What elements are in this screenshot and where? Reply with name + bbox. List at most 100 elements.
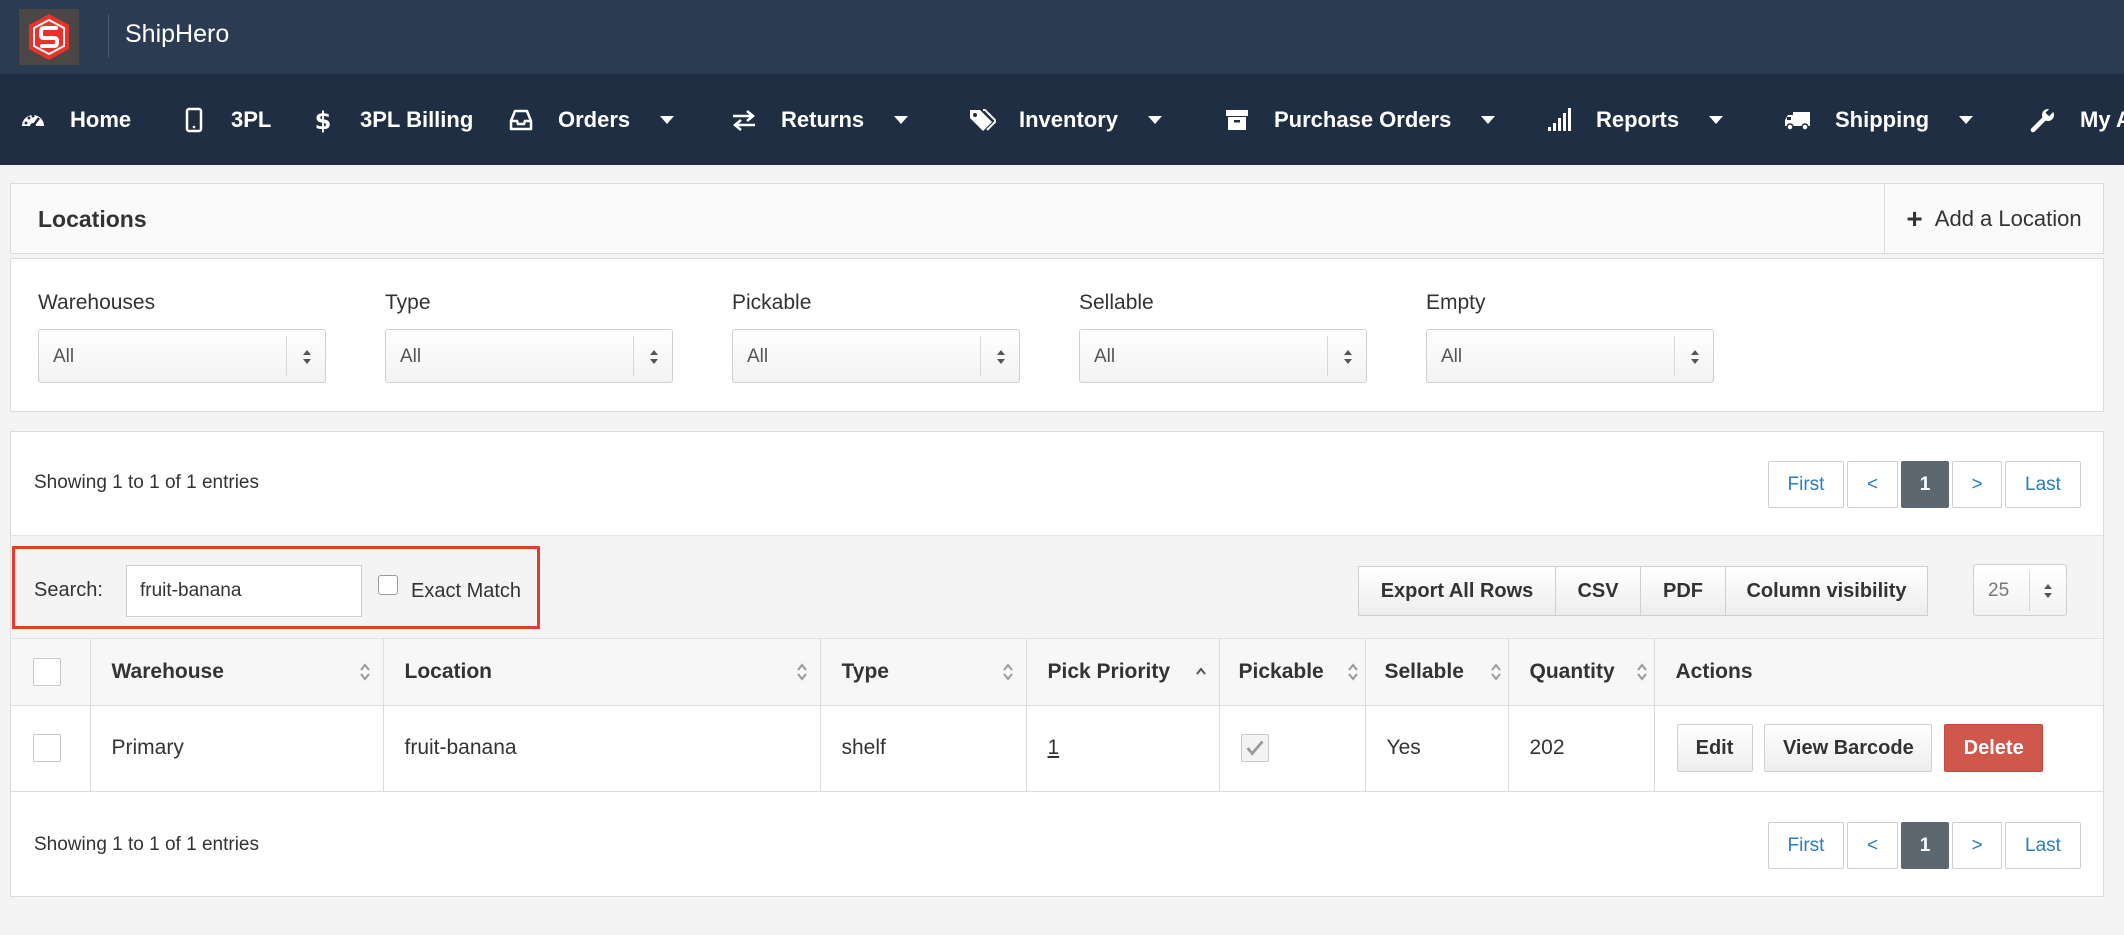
cell-type: shelf (820, 705, 1027, 792)
nav-shipping[interactable]: Shipping (1783, 74, 1974, 165)
exchange-icon (729, 105, 759, 135)
page-next-button[interactable]: > (1952, 822, 2002, 869)
nav-shipping-label: Shipping (1835, 106, 1930, 132)
column-header-type[interactable]: Type (820, 639, 1027, 706)
cell-location: fruit-banana (383, 705, 821, 792)
column-header-quantity[interactable]: Quantity (1508, 639, 1655, 706)
inbox-icon (506, 105, 536, 135)
page-last-button[interactable]: Last (2005, 822, 2081, 869)
column-label: Actions (1675, 659, 1753, 683)
brand-name[interactable]: ShipHero (125, 20, 229, 49)
signal-icon (1544, 105, 1574, 135)
wrench-icon (2028, 105, 2058, 135)
export-all-rows-button[interactable]: Export All Rows (1358, 566, 1556, 616)
nav-3pl[interactable]: 3PL (179, 74, 271, 165)
pdf-button[interactable]: PDF (1640, 566, 1726, 616)
pickable-checkbox[interactable] (1240, 734, 1269, 762)
select-value: All (1094, 346, 1116, 367)
view-barcode-button[interactable]: View Barcode (1764, 724, 1933, 772)
nav-reports[interactable]: Reports (1544, 74, 1724, 165)
pick-priority-link[interactable]: 1 (1048, 736, 1060, 759)
column-visibility-button[interactable]: Column visibility (1725, 566, 1928, 616)
column-header-sellable[interactable]: Sellable (1365, 639, 1509, 706)
row-checkbox[interactable] (33, 734, 61, 762)
pagination-top: First < 1 > Last (1765, 461, 2081, 508)
select-all-checkbox[interactable] (33, 657, 61, 686)
nav-orders[interactable]: Orders (506, 74, 675, 165)
search-input[interactable] (126, 565, 362, 617)
page-current-button[interactable]: 1 (1901, 822, 1949, 869)
filters-panel: Warehouses All Type All Pickable All Sel… (10, 258, 2104, 412)
exact-match-label[interactable]: Exact Match (411, 580, 521, 603)
locations-table-panel: Showing 1 to 1 of 1 entries First < 1 > … (10, 431, 2104, 897)
nav-returns-label: Returns (781, 106, 865, 132)
page-first-button[interactable]: First (1768, 461, 1844, 508)
filter-label: Pickable (732, 291, 812, 314)
nav-returns[interactable]: Returns (729, 74, 909, 165)
page-length-select[interactable]: 25 (1973, 564, 2067, 616)
nav-my-account-label: My A (2080, 106, 2124, 132)
entries-info-bottom: Showing 1 to 1 of 1 entries (34, 834, 259, 855)
select-divider (286, 336, 287, 376)
page-current-button[interactable]: 1 (1901, 461, 1949, 508)
dollar-icon: $ (308, 105, 338, 135)
delete-button[interactable]: Delete (1944, 724, 2044, 772)
nav-my-account[interactable]: My A (2028, 74, 2124, 165)
page-last-button[interactable]: Last (2005, 461, 2081, 508)
nav-reports-label: Reports (1596, 106, 1680, 132)
nav-inventory[interactable]: Inventory (967, 74, 1163, 165)
select-divider (1674, 336, 1675, 376)
column-header-actions: Actions (1654, 639, 2103, 706)
nav-home[interactable]: Home (18, 74, 131, 165)
edit-button[interactable]: Edit (1676, 724, 1753, 772)
select-all-cell (11, 639, 91, 706)
pickable-select[interactable]: All (732, 329, 1020, 383)
nav-inventory-label: Inventory (1019, 106, 1119, 132)
nav-home-label: Home (70, 106, 132, 132)
filter-label: Sellable (1079, 291, 1154, 314)
logo-hexagon-icon (29, 14, 69, 60)
column-header-pick-priority[interactable]: Pick Priority (1026, 639, 1220, 706)
filter-empty: Empty All (1426, 291, 1714, 383)
plus-icon: + (1906, 202, 1923, 234)
type-select[interactable]: All (385, 329, 673, 383)
table-header-row: Warehouse Location Type Pick Priority Pi… (11, 639, 2103, 706)
filter-sellable: Sellable All (1079, 291, 1367, 383)
add-location-button[interactable]: + Add a Location (1884, 184, 2103, 253)
empty-select[interactable]: All (1426, 329, 1714, 383)
cell-pickable (1219, 705, 1366, 792)
column-label: Pickable (1238, 659, 1324, 683)
nav-orders-label: Orders (558, 106, 631, 132)
nav-3pl-billing-label: 3PL Billing (360, 106, 474, 132)
csv-button[interactable]: CSV (1555, 566, 1641, 616)
column-header-pickable[interactable]: Pickable (1219, 639, 1366, 706)
truck-icon (1783, 105, 1813, 135)
nav-purchase-orders[interactable]: Purchase Orders (1222, 74, 1496, 165)
exact-match-checkbox[interactable] (378, 575, 398, 595)
shiphero-logo[interactable] (19, 9, 79, 65)
column-header-location[interactable]: Location (383, 639, 821, 706)
tags-icon (967, 105, 997, 135)
nav-3pl-billing[interactable]: $ 3PL Billing (308, 74, 474, 165)
chevron-down-icon (894, 115, 909, 124)
page-prev-button[interactable]: < (1847, 822, 1898, 869)
column-header-warehouse[interactable]: Warehouse (90, 639, 384, 706)
sellable-select[interactable]: All (1079, 329, 1367, 383)
row-select-cell (11, 705, 91, 792)
table-row: Primary fruit-banana shelf 1 Yes 202 Edi… (11, 705, 2103, 792)
page-prev-button[interactable]: < (1847, 461, 1898, 508)
select-value: All (747, 346, 769, 367)
page-first-button[interactable]: First (1768, 822, 1844, 869)
warehouses-select[interactable]: All (38, 329, 326, 383)
nav-3pl-label: 3PL (231, 106, 272, 132)
filter-type: Type All (385, 291, 673, 383)
select-divider (980, 336, 981, 376)
select-divider (2029, 571, 2030, 611)
top-bar: ShipHero (0, 0, 2124, 74)
page-next-button[interactable]: > (1952, 461, 2002, 508)
select-divider (1327, 336, 1328, 376)
add-location-label: Add a Location (1934, 205, 2082, 231)
cell-warehouse: Primary (90, 705, 384, 792)
filter-label: Type (385, 291, 431, 314)
cell-actions: Edit View Barcode Delete (1654, 705, 2103, 792)
